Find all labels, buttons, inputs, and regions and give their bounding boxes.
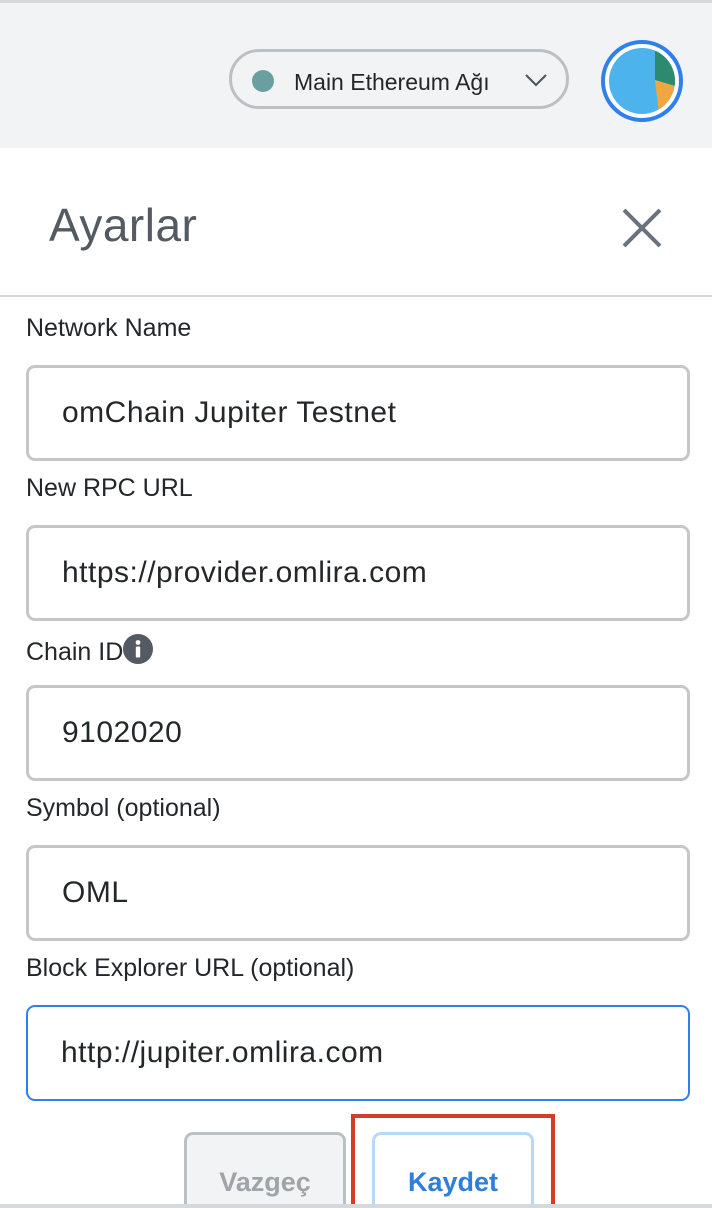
network-name-label: Network Name [26,314,192,342]
chain-id-label-row: Chain ID [26,634,154,667]
network-name-input[interactable]: omChain Jupiter Testnet [26,365,690,461]
identicon [609,48,675,114]
account-avatar[interactable] [601,40,683,122]
cancel-button[interactable]: Vazgeç [184,1132,346,1208]
save-highlight-box [351,1114,555,1208]
settings-header: Ayarlar [0,148,712,297]
close-icon[interactable] [620,206,664,250]
block-explorer-label: Block Explorer URL (optional) [26,954,355,982]
block-explorer-input[interactable]: http://jupiter.omlira.com [26,1005,690,1101]
page-title: Ayarlar [49,199,198,251]
chevron-down-icon [525,74,547,87]
bottom-divider [0,1204,712,1208]
network-selector[interactable]: Main Ethereum Ağı [229,49,569,109]
info-icon[interactable] [123,634,154,664]
network-status-dot [252,70,274,92]
network-label: Main Ethereum Ağı [294,69,490,95]
symbol-label: Symbol (optional) [26,794,221,822]
top-bar: Main Ethereum Ağı [0,0,712,148]
chain-id-label: Chain ID [26,638,124,666]
chain-id-input[interactable]: 9102020 [26,685,690,781]
rpc-url-label: New RPC URL [26,474,193,502]
symbol-input[interactable]: OML [26,845,690,941]
rpc-url-input[interactable]: https://provider.omlira.com [26,525,690,621]
